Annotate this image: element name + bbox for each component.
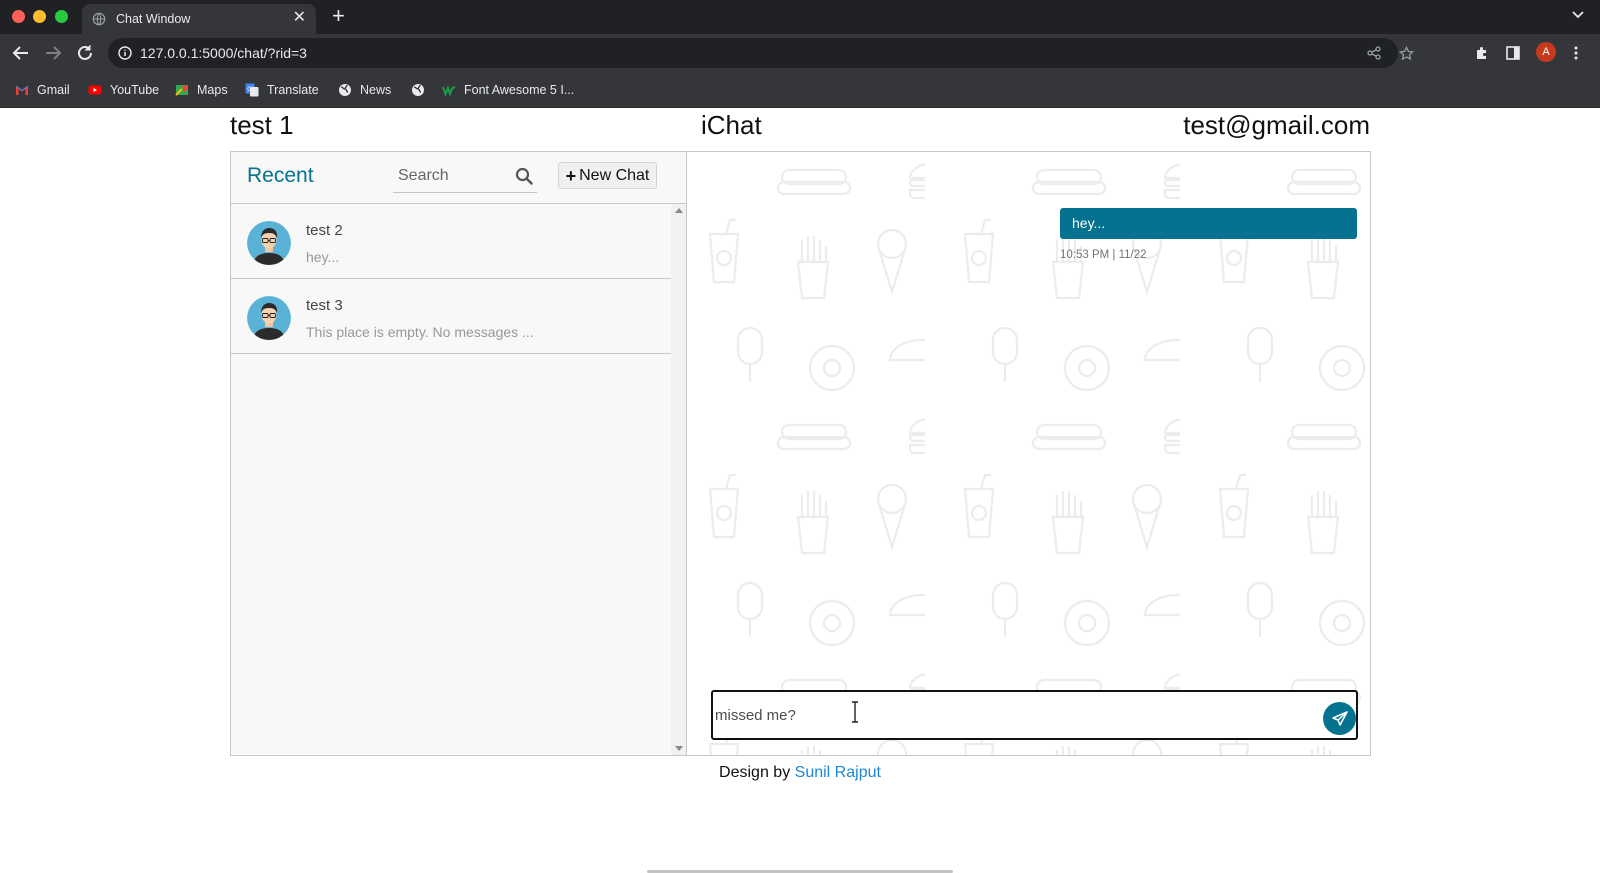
bookmark-news[interactable]: News [338,81,391,99]
search-input[interactable] [393,161,511,191]
font-awesome-icon [442,85,456,97]
chat-list-item[interactable]: test 3 This place is empty. No messages … [231,279,671,354]
browser-tab-bar: Chat Window ✕ + [0,0,1600,34]
bookmark-label: YouTube [110,83,160,97]
chevron-down-icon[interactable] [1570,6,1586,22]
chat-list-scrollbar[interactable] [671,204,686,755]
text-cursor-icon [852,701,858,723]
youtube-icon [88,85,102,95]
new-tab-button[interactable]: + [332,4,345,28]
bookmark-label: Maps [197,83,228,97]
footer: Design by Sunil Rajput [0,764,1600,782]
maps-icon [175,85,188,96]
new-chat-button[interactable]: + New Chat [558,162,657,189]
browser-toolbar: 127.0.0.1:5000/chat/?rid=3 A [0,34,1600,72]
chat-window: Recent + New Chat [230,151,1371,756]
bookmark-font-awesome[interactable]: Font Awesome 5 I... [442,81,574,99]
bookmark-label: News [360,83,392,97]
bookmarks-bar: Gmail YouTube Maps G Translate News Font… [0,72,1600,108]
globe-icon [339,84,351,96]
scroll-down-arrow-icon[interactable] [675,746,683,751]
window-minimize-button[interactable] [33,10,46,23]
chat-list-item[interactable]: test 2 hey... [231,204,671,279]
chat-name: test 2 [306,222,343,239]
send-button[interactable] [1323,702,1356,735]
bookmark-label: Font Awesome 5 I... [464,83,575,97]
chat-preview: This place is empty. No messages ... [306,324,534,340]
window-maximize-button[interactable] [55,10,68,23]
bookmark-label: Translate [267,83,319,97]
scroll-up-arrow-icon[interactable] [675,208,683,213]
app-title: iChat [701,110,762,140]
forward-arrow-icon[interactable] [44,44,62,62]
message-input[interactable] [715,698,1305,732]
message-bubble: hey... [1060,208,1357,239]
translate-icon: G [245,83,259,97]
chat-list-header: Recent + New Chat [231,152,686,204]
search-bar [393,161,537,193]
share-icon[interactable] [1367,46,1381,60]
tab-close-icon[interactable]: ✕ [293,9,306,27]
author-link[interactable]: Sunil Rajput [795,764,881,781]
url-text: 127.0.0.1:5000/chat/?rid=3 [140,45,307,61]
svg-text:G: G [247,87,252,93]
new-chat-label: New Chat [579,166,650,184]
gmail-icon [15,85,29,95]
outgoing-message: hey... 10:53 PM | 11/22 [1060,208,1357,261]
compose-box [711,690,1358,740]
globe-icon [92,12,106,26]
page: test 1 iChat test@gmail.com Recent + New… [0,108,1600,873]
extensions-icon[interactable] [1474,45,1490,61]
user-avatar-icon [247,296,291,340]
side-panel-icon[interactable] [1505,45,1521,61]
message-timestamp: 10:53 PM | 11/22 [1060,249,1147,261]
more-vert-icon[interactable] [1573,45,1579,61]
chat-preview: hey... [306,249,340,265]
bookmark-globe[interactable] [411,81,433,99]
search-icon[interactable] [515,167,533,185]
current-user-name: test 1 [230,110,294,140]
profile-avatar[interactable]: A [1536,42,1556,62]
footer-prefix: Design by [719,764,791,781]
conversation-panel: hey... 10:53 PM | 11/22 [687,152,1370,755]
info-icon[interactable] [118,46,132,60]
bookmark-translate[interactable]: G Translate [245,81,319,99]
globe-icon [412,84,424,96]
current-user-email: test@gmail.com [1183,110,1370,140]
avatar [247,221,291,265]
star-icon[interactable] [1399,46,1414,61]
user-avatar-icon [247,221,291,265]
browser-tab[interactable]: Chat Window ✕ [82,4,316,34]
window-close-button[interactable] [12,10,25,23]
recent-heading: Recent [247,164,314,187]
plus-icon: + [565,165,577,186]
reload-icon[interactable] [76,44,94,62]
chat-name: test 3 [306,297,343,314]
chat-list: test 2 hey... test 3 This place is empty… [231,204,671,755]
address-bar[interactable]: 127.0.0.1:5000/chat/?rid=3 [108,38,1414,68]
chat-list-panel: Recent + New Chat [231,152,687,755]
avatar [247,296,291,340]
bookmark-label: Gmail [37,83,70,97]
bookmark-maps[interactable]: Maps [175,81,228,99]
tab-title: Chat Window [116,12,191,26]
paper-plane-icon [1331,710,1348,726]
back-arrow-icon[interactable] [12,44,30,62]
bookmark-youtube[interactable]: YouTube [88,81,159,99]
bookmark-gmail[interactable]: Gmail [15,81,70,99]
